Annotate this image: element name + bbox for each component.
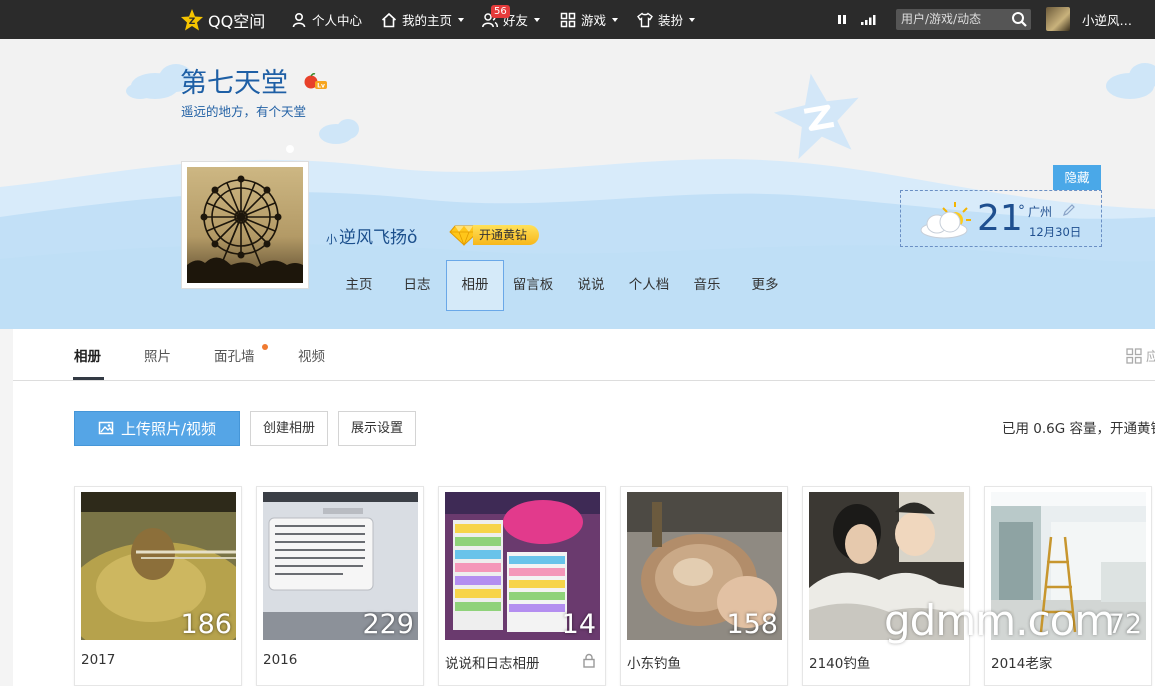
display-settings-button[interactable]: 展示设置: [338, 411, 416, 446]
tab-more[interactable]: 更多: [736, 260, 794, 311]
user-name-link[interactable]: 小逆风…: [1082, 0, 1132, 39]
album-name: 2140钓鱼: [809, 656, 871, 672]
upload-label: 上传照片/视频: [120, 420, 217, 438]
weather-city: 广州: [1028, 205, 1053, 219]
dress-menu[interactable]: 装扮: [637, 0, 696, 39]
subtab-album[interactable]: 相册: [74, 345, 101, 365]
edit-pencil-icon[interactable]: [1062, 203, 1076, 217]
nickname-text: 逆风飞扬ǒ: [339, 228, 418, 248]
album-photo-count: 186: [180, 609, 232, 640]
space-title: 第七天堂: [180, 68, 288, 99]
tab-blog[interactable]: 日志: [388, 260, 446, 311]
tab-message-board[interactable]: 留言板: [504, 260, 562, 311]
storage-usage-text: 已用 0.6G 容量，开通黄钻: [1002, 421, 1155, 437]
nickname-prefix: 小: [326, 233, 337, 246]
album-name: 小东钓鱼: [627, 656, 681, 672]
chevron-down-icon: [612, 17, 619, 22]
user-icon: [292, 12, 306, 27]
open-yellow-diamond-button[interactable]: 开通黄钻: [449, 223, 540, 247]
hide-button[interactable]: 隐藏: [1053, 165, 1101, 190]
partly-cloudy-icon: [920, 202, 971, 239]
subtab-photos[interactable]: 照片: [144, 345, 171, 365]
personal-center-link[interactable]: 个人中心: [291, 0, 362, 39]
chevron-down-icon: [534, 17, 541, 22]
lock-icon: [583, 653, 595, 668]
personal-center-label: 个人中心: [312, 13, 363, 28]
chevron-down-icon: [689, 17, 696, 22]
weather-widget[interactable]: 21 ° 广州 12月30日: [900, 190, 1102, 247]
games-menu[interactable]: 游戏: [560, 0, 619, 39]
subtab-face-wall[interactable]: 面孔墙: [214, 345, 255, 365]
user-avatar-small[interactable]: [1046, 7, 1070, 31]
new-dot-indicator: [262, 344, 268, 350]
watermark-text: gdmm.com: [884, 596, 1115, 645]
svg-text:Z: Z: [189, 17, 196, 27]
album-card[interactable]: 14 说说和日志相册: [438, 486, 606, 686]
chevron-down-icon: [458, 17, 465, 22]
create-album-button[interactable]: 创建相册: [250, 411, 328, 446]
apple-level-icon: Lv: [304, 73, 327, 90]
album-cover[interactable]: 186: [81, 492, 236, 640]
degree-symbol: °: [1018, 203, 1025, 219]
album-name: 2017: [81, 652, 116, 668]
top-navigation-bar: Z QQ空间 个人中心 我的主页 好友 56 游戏 装扮 用户/游戏/动态 小逆…: [0, 0, 1155, 39]
qzone-star-icon: Z: [181, 8, 203, 30]
my-home-menu[interactable]: 我的主页: [381, 0, 465, 39]
search-input[interactable]: 用户/游戏/动态: [896, 9, 1031, 30]
album-photo-count: 14: [561, 609, 596, 640]
games-label: 游戏: [581, 13, 607, 28]
ferris-wheel-photo: [187, 167, 303, 283]
weather-date: 12月30日: [1029, 225, 1082, 239]
user-name-label: 小逆风…: [1082, 13, 1133, 28]
album-subtabs: 相册 照片 面孔墙 视频 应: [13, 329, 1155, 381]
my-home-label: 我的主页: [402, 13, 453, 28]
subtab-video[interactable]: 视频: [298, 345, 325, 365]
qzone-logo[interactable]: Z QQ空间: [180, 0, 265, 39]
search-icon[interactable]: [1011, 11, 1028, 28]
active-subtab-underline: [73, 377, 104, 380]
space-banner: 第七天堂 Lv 遥远的地方，有个天堂 小逆风飞扬ǒ 开通黄钻 主页 日志 相册 …: [0, 39, 1155, 329]
space-subtitle: 遥远的地方，有个天堂: [181, 104, 307, 119]
tab-music[interactable]: 音乐: [678, 260, 736, 311]
profile-avatar[interactable]: [181, 161, 309, 289]
signal-bars-icon[interactable]: [860, 0, 877, 39]
dress-label: 装扮: [658, 13, 684, 28]
qzone-logo-text: QQ空间: [208, 11, 266, 31]
album-cover[interactable]: 229: [263, 492, 418, 640]
user-nickname[interactable]: 小逆风飞扬ǒ: [326, 223, 417, 248]
temperature-value: 21: [977, 198, 1023, 239]
album-cover[interactable]: 14: [445, 492, 600, 640]
album-photo-count: 229: [362, 609, 414, 640]
album-card[interactable]: 186 2017: [74, 486, 242, 686]
friends-count-badge: 56: [491, 5, 510, 18]
tab-album[interactable]: 相册: [446, 260, 504, 311]
tab-moments[interactable]: 说说: [562, 260, 620, 311]
album-card[interactable]: 2140钓鱼: [802, 486, 970, 686]
album-card[interactable]: 72 2014老家: [984, 486, 1152, 686]
games-grid-icon: [560, 12, 576, 27]
album-card[interactable]: 158 小东钓鱼: [620, 486, 788, 686]
search-placeholder: 用户/游戏/动态: [901, 12, 982, 26]
open-yellow-diamond-label: 开通黄钻: [473, 225, 540, 245]
space-nav-tabs: 主页 日志 相册 留言板 说说 个人档 音乐 更多: [330, 260, 794, 312]
image-upload-icon: [98, 421, 114, 435]
album-name: 2016: [263, 652, 298, 668]
tab-home[interactable]: 主页: [330, 260, 388, 311]
album-cover[interactable]: 158: [627, 492, 782, 640]
apps-grid-icon[interactable]: [1126, 348, 1142, 364]
apps-label-partial[interactable]: 应: [1146, 346, 1155, 365]
album-photo-count: 158: [726, 609, 778, 640]
tab-profile[interactable]: 个人档: [620, 260, 678, 311]
upload-photo-video-button[interactable]: 上传照片/视频: [74, 411, 240, 446]
album-card[interactable]: 229 2016: [256, 486, 424, 686]
album-name: 2014老家: [991, 656, 1053, 672]
pause-icon[interactable]: [837, 0, 847, 39]
svg-text:Lv: Lv: [317, 83, 325, 90]
album-name: 说说和日志相册: [445, 656, 540, 672]
tshirt-icon: [637, 11, 653, 27]
home-icon: [381, 12, 397, 27]
